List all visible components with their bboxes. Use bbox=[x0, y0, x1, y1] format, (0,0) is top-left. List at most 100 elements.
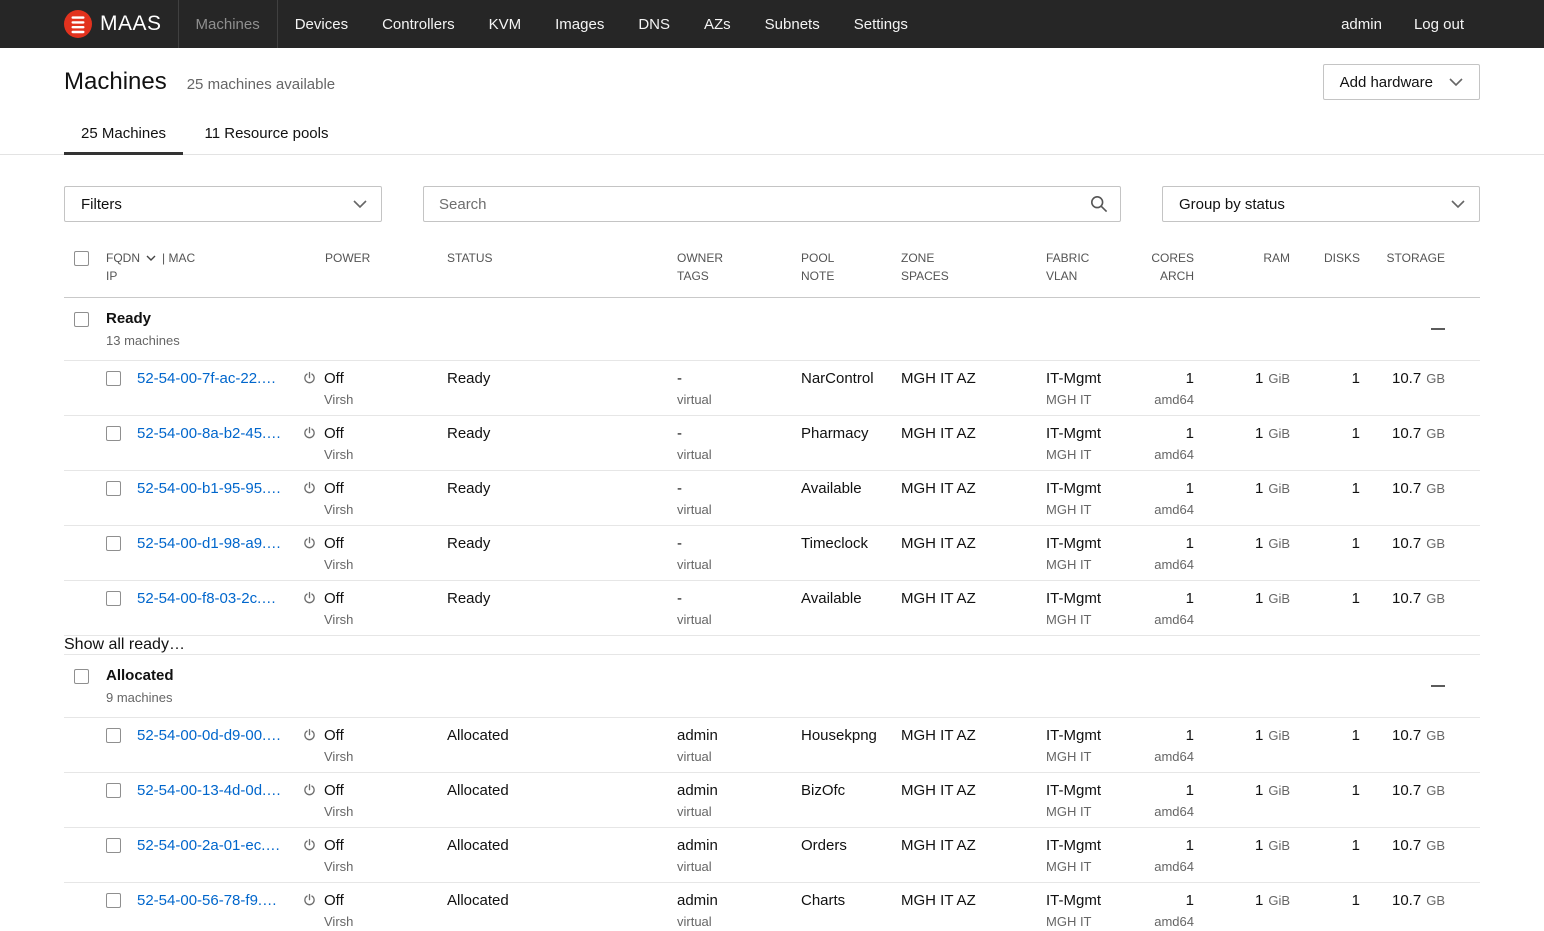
machine-fqdn-link[interactable]: 52-54-00-8a-b2-45.… bbox=[137, 425, 281, 442]
ram-value: 1 bbox=[1255, 370, 1263, 387]
fabric-cell: IT-MgmtMGH IT bbox=[1036, 782, 1140, 827]
row-checkbox[interactable] bbox=[106, 591, 121, 606]
machine-fqdn-link[interactable]: 52-54-00-56-78-f9.… bbox=[137, 892, 277, 909]
vlan-header-label: VLAN bbox=[1046, 269, 1140, 283]
row-checkbox[interactable] bbox=[106, 728, 121, 743]
machine-row: 52-54-00-0d-d9-00.…OffVirshAllocatedadmi… bbox=[64, 717, 1480, 772]
column-header-zone[interactable]: ZONE SPACES bbox=[891, 251, 1036, 284]
storage-unit: GB bbox=[1426, 536, 1445, 551]
power-type: Virsh bbox=[324, 612, 437, 627]
vlan-value: MGH IT bbox=[1046, 612, 1140, 627]
ram-value: 1 bbox=[1255, 837, 1263, 854]
storage-value: 10.7 bbox=[1392, 370, 1421, 387]
machine-fqdn-link[interactable]: 52-54-00-13-4d-0d.… bbox=[137, 782, 281, 799]
machine-row: 52-54-00-7f-ac-22.…OffVirshReady-virtual… bbox=[64, 360, 1480, 415]
ram-value: 1 bbox=[1255, 590, 1263, 607]
search-icon[interactable] bbox=[1090, 195, 1108, 213]
nav-item-settings[interactable]: Settings bbox=[837, 0, 925, 48]
select-all-checkbox[interactable] bbox=[74, 251, 89, 266]
machine-row: 52-54-00-56-78-f9.…OffVirshAllocatedadmi… bbox=[64, 882, 1480, 931]
tab-resource-pools[interactable]: 11 Resource pools bbox=[188, 116, 346, 154]
column-header-owner[interactable]: OWNER TAGS bbox=[667, 251, 791, 284]
fqdn-header-label: FQDN bbox=[106, 251, 140, 265]
machine-fqdn-link[interactable]: 52-54-00-2a-01-ec.… bbox=[137, 837, 280, 854]
owner-cell: -virtual bbox=[667, 535, 791, 580]
nav-item-machines[interactable]: Machines bbox=[178, 0, 278, 48]
machines-available-count: 25 machines available bbox=[187, 76, 335, 93]
disks-cell: 1 bbox=[1300, 837, 1370, 882]
status-cell: Ready bbox=[437, 480, 667, 525]
cores-cell: 1amd64 bbox=[1140, 590, 1204, 635]
row-checkbox[interactable] bbox=[106, 371, 121, 386]
power-state: Off bbox=[324, 425, 344, 442]
logout-button[interactable]: Log out bbox=[1398, 0, 1480, 48]
row-checkbox[interactable] bbox=[106, 536, 121, 551]
zone-cell: MGH IT AZ bbox=[891, 535, 1036, 580]
tab-machines[interactable]: 25 Machines bbox=[64, 116, 183, 154]
nav-item-images[interactable]: Images bbox=[538, 0, 621, 48]
collapse-group-button[interactable] bbox=[1431, 324, 1445, 334]
nav-item-subnets[interactable]: Subnets bbox=[748, 0, 837, 48]
nav-item-admin[interactable]: admin bbox=[1325, 0, 1398, 48]
nav-item-kvm[interactable]: KVM bbox=[472, 0, 539, 48]
tags-value: virtual bbox=[677, 914, 791, 929]
fabric-cell: IT-MgmtMGH IT bbox=[1036, 535, 1140, 580]
group-checkbox[interactable] bbox=[74, 312, 89, 327]
power-type: Virsh bbox=[324, 557, 437, 572]
pool-cell: Orders bbox=[791, 837, 891, 882]
column-header-pool[interactable]: POOL NOTE bbox=[791, 251, 891, 284]
power-cell: OffVirsh bbox=[300, 837, 437, 882]
search-input[interactable] bbox=[423, 186, 1121, 222]
cores-value: 1 bbox=[1140, 535, 1194, 552]
cores-cell: 1amd64 bbox=[1140, 892, 1204, 931]
column-header-status[interactable]: STATUS bbox=[437, 251, 667, 284]
power-state: Off bbox=[324, 370, 344, 387]
filters-dropdown[interactable]: Filters bbox=[64, 186, 382, 222]
nav-item-controllers[interactable]: Controllers bbox=[365, 0, 472, 48]
group-by-dropdown[interactable]: Group by status bbox=[1162, 186, 1480, 222]
column-header-disks[interactable]: DISKS bbox=[1300, 251, 1370, 284]
column-header-power[interactable]: POWER bbox=[300, 251, 437, 284]
owner-value: - bbox=[677, 480, 791, 497]
storage-unit: GB bbox=[1426, 591, 1445, 606]
row-checkbox[interactable] bbox=[106, 426, 121, 441]
minus-icon bbox=[1431, 328, 1445, 330]
power-cell: Off Virsh bbox=[300, 425, 437, 470]
collapse-group-button[interactable] bbox=[1431, 681, 1445, 691]
column-header-cores[interactable]: CORES ARCH bbox=[1140, 251, 1204, 284]
owner-cell: adminvirtual bbox=[667, 837, 791, 882]
row-checkbox[interactable] bbox=[106, 893, 121, 908]
machine-fqdn-link[interactable]: 52-54-00-b1-95-95.… bbox=[137, 480, 281, 497]
show-all-link[interactable]: Show all ready… bbox=[64, 635, 1480, 654]
power-type: Virsh bbox=[324, 447, 437, 462]
row-checkbox[interactable] bbox=[106, 783, 121, 798]
mac-header-label: | MAC bbox=[162, 251, 195, 265]
power-type: Virsh bbox=[324, 502, 437, 517]
tags-value: virtual bbox=[677, 749, 791, 764]
ram-cell: 1GiB bbox=[1204, 782, 1300, 827]
machine-fqdn-link[interactable]: 52-54-00-7f-ac-22.… bbox=[137, 370, 276, 387]
row-checkbox[interactable] bbox=[106, 481, 121, 496]
tags-value: virtual bbox=[677, 447, 791, 462]
nav-item-devices[interactable]: Devices bbox=[278, 0, 365, 48]
column-header-fabric[interactable]: FABRIC VLAN bbox=[1036, 251, 1140, 284]
machine-fqdn-link[interactable]: 52-54-00-f8-03-2c.… bbox=[137, 590, 276, 607]
storage-unit: GB bbox=[1426, 371, 1445, 386]
nav-item-azs[interactable]: AZs bbox=[687, 0, 748, 48]
row-checkbox[interactable] bbox=[106, 838, 121, 853]
column-header-fqdn[interactable]: FQDN | MAC IP bbox=[96, 251, 300, 284]
pool-cell: Charts bbox=[791, 892, 891, 931]
machine-fqdn-link[interactable]: 52-54-00-0d-d9-00.… bbox=[137, 727, 281, 744]
group-checkbox[interactable] bbox=[74, 669, 89, 684]
zone-cell: MGH IT AZ bbox=[891, 590, 1036, 635]
maas-brand[interactable]: MAAS bbox=[64, 0, 162, 48]
column-header-ram[interactable]: RAM bbox=[1204, 251, 1300, 284]
add-hardware-button[interactable]: Add hardware bbox=[1323, 64, 1480, 100]
power-icon bbox=[303, 728, 316, 742]
column-header-storage[interactable]: STORAGE bbox=[1370, 251, 1460, 284]
arch-value: amd64 bbox=[1140, 914, 1194, 929]
nav-item-dns[interactable]: DNS bbox=[621, 0, 687, 48]
group-name: Allocated bbox=[106, 667, 1370, 684]
machine-fqdn-link[interactable]: 52-54-00-d1-98-a9.… bbox=[137, 535, 281, 552]
cores-value: 1 bbox=[1140, 837, 1194, 854]
